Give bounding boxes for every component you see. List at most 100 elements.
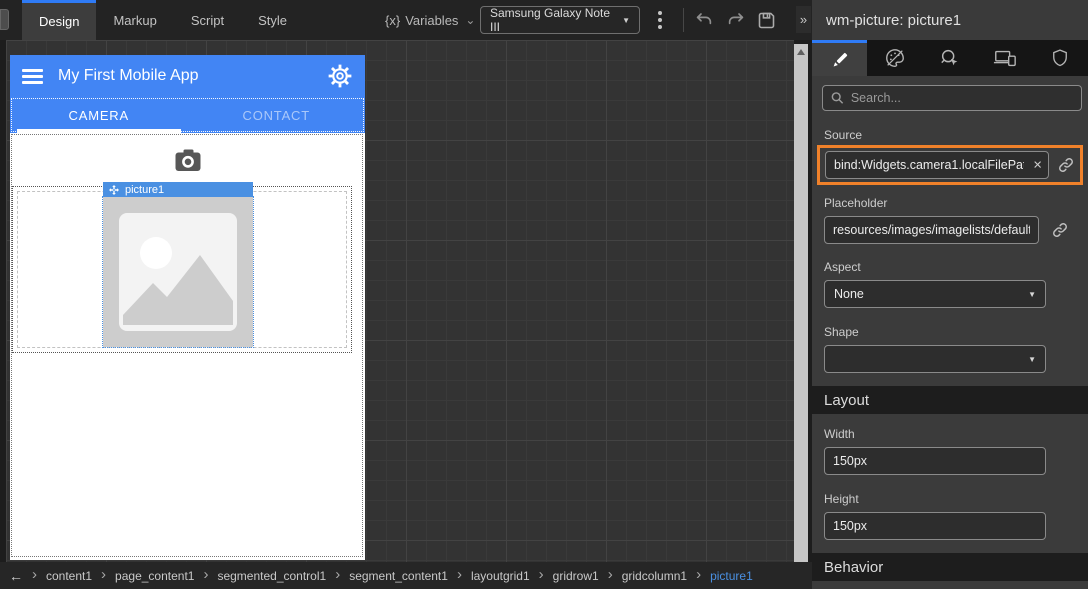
breadcrumb-back-icon[interactable]: ← bbox=[9, 568, 23, 584]
shape-select[interactable]: ▼ bbox=[824, 345, 1046, 373]
properties-panel: wm-picture: picture1 bbox=[812, 0, 1088, 589]
source-bind-button[interactable] bbox=[1057, 156, 1075, 174]
shield-icon bbox=[1050, 47, 1070, 69]
dropdown-arrow-icon: ▼ bbox=[1028, 290, 1036, 299]
collapse-panel-button[interactable]: » bbox=[796, 6, 811, 33]
camera-button[interactable] bbox=[174, 149, 201, 172]
source-label: Source bbox=[824, 128, 1076, 142]
variables-menu[interactable]: {x} Variables ⌄ bbox=[385, 0, 475, 40]
devices-icon bbox=[993, 47, 1017, 69]
tab-properties[interactable] bbox=[812, 40, 867, 76]
source-input[interactable] bbox=[825, 151, 1049, 179]
tab-devices[interactable] bbox=[978, 40, 1033, 76]
segment-active-underline bbox=[17, 129, 181, 133]
image-placeholder-icon bbox=[103, 197, 253, 347]
chevron-right-icon: › bbox=[335, 567, 340, 582]
segment-contact[interactable]: CONTACT bbox=[188, 97, 366, 133]
search-input[interactable] bbox=[851, 91, 1073, 105]
chevron-right-icon: › bbox=[696, 567, 701, 582]
placeholder-input[interactable] bbox=[824, 216, 1039, 244]
double-chevron-icon: » bbox=[800, 12, 807, 27]
tab-styles[interactable] bbox=[867, 40, 922, 76]
studio-window: Design Markup Script Style {x} Variables… bbox=[0, 0, 1088, 589]
scroll-up-icon[interactable] bbox=[797, 49, 805, 55]
chevron-right-icon: › bbox=[32, 567, 37, 582]
variables-label: Variables bbox=[405, 13, 458, 28]
aspect-select-value: None bbox=[834, 287, 864, 301]
chevron-right-icon: › bbox=[203, 567, 208, 582]
breadcrumb-item-segment-content1[interactable]: segment_content1 bbox=[349, 569, 448, 583]
shape-label: Shape bbox=[824, 325, 1076, 339]
placeholder-label: Placeholder bbox=[824, 196, 1076, 210]
layout-section-header: Layout bbox=[812, 386, 1088, 414]
device-selector-value: Samsung Galaxy Note III bbox=[490, 6, 622, 34]
link-icon bbox=[1051, 221, 1069, 239]
breadcrumb-item-picture1[interactable]: picture1 bbox=[710, 569, 753, 583]
redo-button[interactable] bbox=[724, 9, 748, 31]
phone-page-preview[interactable]: My First Mobile App CAMER bbox=[10, 55, 365, 560]
breadcrumb-item-layoutgrid1[interactable]: layoutgrid1 bbox=[471, 569, 530, 583]
segmented-control: CAMERA CONTACT bbox=[10, 97, 365, 133]
save-button[interactable] bbox=[754, 9, 778, 31]
tab-style[interactable]: Style bbox=[241, 0, 304, 40]
save-icon bbox=[756, 10, 777, 31]
hamburger-menu-icon[interactable] bbox=[22, 69, 43, 84]
redo-icon bbox=[726, 11, 746, 29]
palette-icon bbox=[884, 47, 906, 69]
toolbar-divider bbox=[683, 8, 684, 32]
property-search[interactable] bbox=[822, 85, 1082, 111]
chevron-down-icon: ⌄ bbox=[465, 13, 475, 27]
move-icon bbox=[109, 185, 119, 195]
dropdown-arrow-icon: ▼ bbox=[1028, 355, 1036, 364]
clear-icon[interactable]: × bbox=[1033, 158, 1042, 173]
breadcrumb-item-gridcolumn1[interactable]: gridcolumn1 bbox=[622, 569, 687, 583]
chevron-right-icon: › bbox=[539, 567, 544, 582]
tab-design-label: Design bbox=[39, 14, 79, 29]
tab-markup-label: Markup bbox=[113, 13, 156, 28]
variables-x-icon: {x} bbox=[385, 13, 400, 28]
tab-events[interactable] bbox=[922, 40, 977, 76]
breadcrumb: ← › content1 › page_content1 › segmented… bbox=[0, 562, 812, 589]
source-highlight-box: × bbox=[817, 145, 1083, 185]
height-input[interactable] bbox=[824, 512, 1046, 540]
placeholder-bind-button[interactable] bbox=[1051, 221, 1069, 239]
height-label: Height bbox=[824, 492, 1076, 506]
tab-markup[interactable]: Markup bbox=[96, 0, 173, 40]
panel-tab-strip bbox=[812, 40, 1088, 76]
breadcrumb-item-gridrow1[interactable]: gridrow1 bbox=[553, 569, 599, 583]
segment-camera[interactable]: CAMERA bbox=[10, 97, 188, 133]
width-label: Width bbox=[824, 427, 1076, 441]
undo-icon bbox=[694, 11, 714, 29]
width-input[interactable] bbox=[824, 447, 1046, 475]
selected-widget-name: picture1 bbox=[125, 184, 164, 196]
breadcrumb-item-page-content1[interactable]: page_content1 bbox=[115, 569, 194, 583]
tab-security[interactable] bbox=[1033, 40, 1088, 76]
behavior-section-header: Behavior bbox=[812, 553, 1088, 581]
settings-gear-icon[interactable] bbox=[327, 63, 353, 89]
canvas-scrollbar[interactable] bbox=[794, 44, 808, 562]
tab-design[interactable]: Design bbox=[22, 0, 96, 40]
search-icon bbox=[831, 91, 844, 105]
aspect-select[interactable]: None ▼ bbox=[824, 280, 1046, 308]
more-options-icon[interactable] bbox=[654, 9, 666, 31]
device-selector[interactable]: Samsung Galaxy Note III ▼ bbox=[480, 6, 640, 34]
selected-widget-tag[interactable]: picture1 bbox=[103, 182, 253, 198]
breadcrumb-item-segmented-control1[interactable]: segmented_control1 bbox=[217, 569, 326, 583]
chevron-right-icon: › bbox=[457, 567, 462, 582]
chevron-right-icon: › bbox=[608, 567, 613, 582]
studio-logo[interactable] bbox=[0, 9, 9, 30]
undo-button[interactable] bbox=[692, 9, 716, 31]
mobile-navbar[interactable]: My First Mobile App bbox=[10, 55, 365, 97]
chevron-right-icon: › bbox=[101, 567, 106, 582]
tab-script[interactable]: Script bbox=[174, 0, 241, 40]
design-canvas[interactable]: My First Mobile App CAMER bbox=[6, 40, 794, 562]
dropdown-arrow-icon: ▼ bbox=[622, 16, 630, 25]
mobile-app-title: My First Mobile App bbox=[58, 67, 198, 85]
top-toolbar: Design Markup Script Style {x} Variables… bbox=[0, 0, 812, 40]
aspect-label: Aspect bbox=[824, 260, 1076, 274]
tab-script-label: Script bbox=[191, 13, 224, 28]
picture-widget[interactable] bbox=[103, 197, 253, 347]
pencil-icon bbox=[830, 50, 850, 70]
mode-tabs: Design Markup Script Style bbox=[22, 0, 304, 40]
breadcrumb-item-content1[interactable]: content1 bbox=[46, 569, 92, 583]
